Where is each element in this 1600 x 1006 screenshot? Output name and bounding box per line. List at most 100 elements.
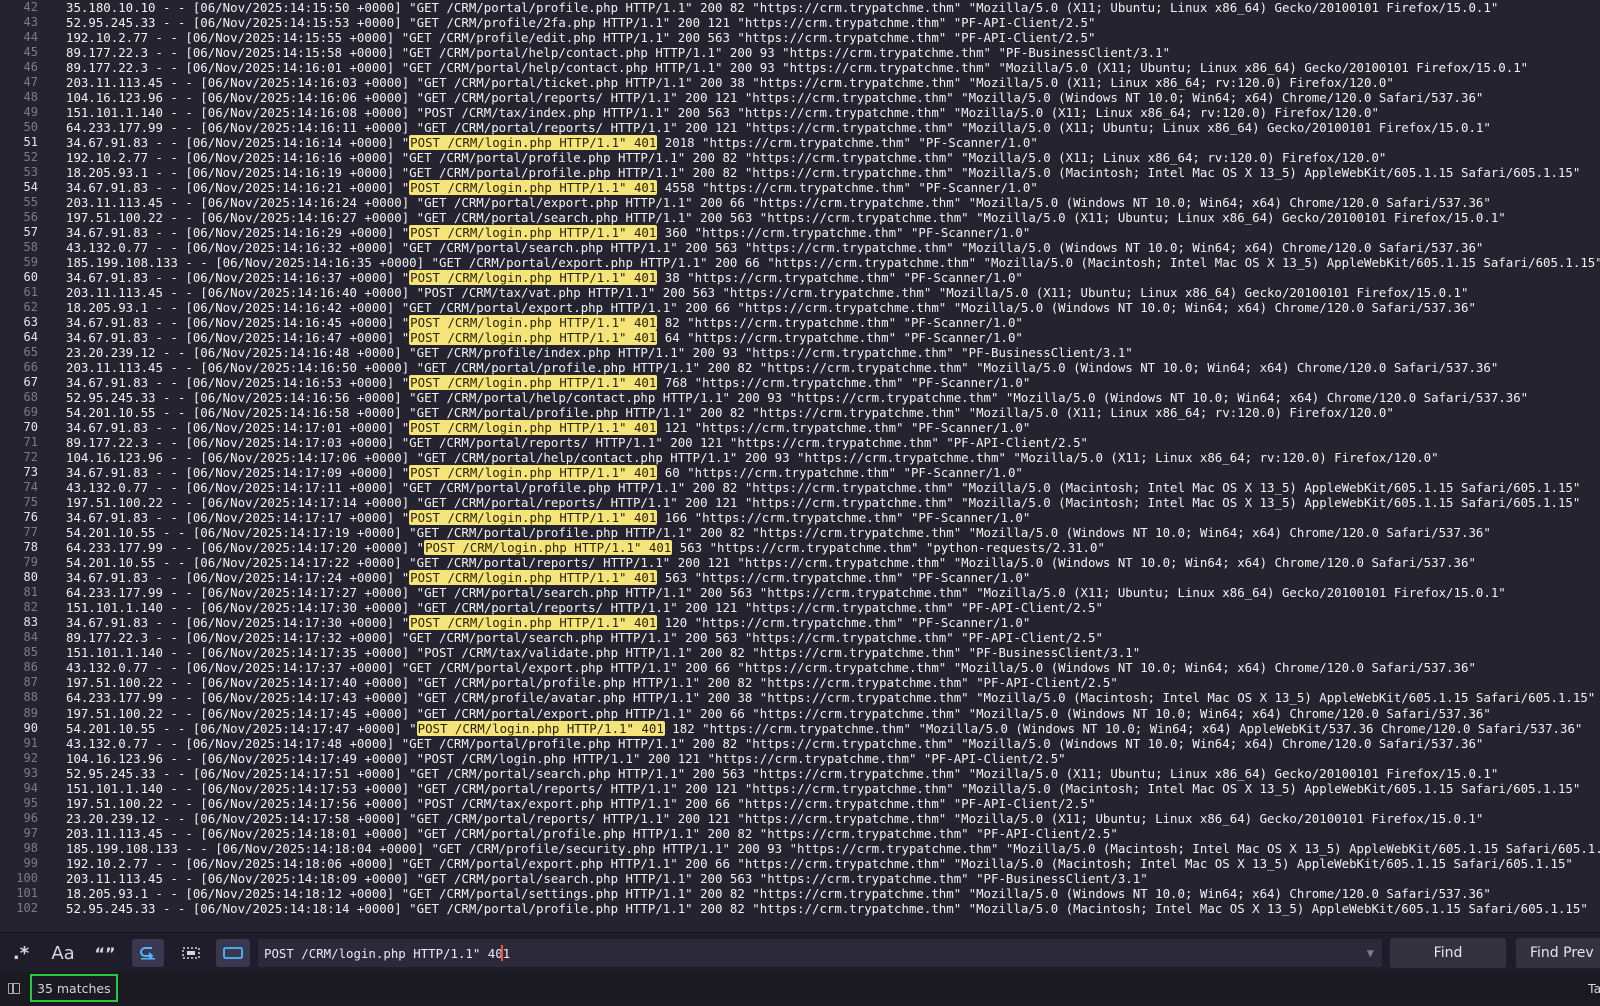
editor-line[interactable]: 102 52.95.245.33 - - [06/Nov/2025:14:18:1… xyxy=(0,901,1600,916)
editor-line[interactable]: 83 34.67.91.83 - - [06/Nov/2025:14:17:30 … xyxy=(0,615,1600,631)
find-history-dropdown-icon[interactable]: ▼ xyxy=(1367,946,1374,960)
editor-line[interactable]: 80 34.67.91.83 - - [06/Nov/2025:14:17:24 … xyxy=(0,570,1600,586)
find-button[interactable]: Find xyxy=(1390,938,1506,968)
editor-line[interactable]: 55 203.11.113.45 - - [06/Nov/2025:14:16:2… xyxy=(0,195,1600,210)
line-text-segment: 104.16.123.96 - - [06/Nov/2025:14:17:06 … xyxy=(66,450,1439,466)
editor-view[interactable]: 42 35.180.10.10 - - [06/Nov/2025:14:15:50… xyxy=(0,0,1600,932)
line-number: 46 xyxy=(23,59,38,74)
editor-line[interactable]: 70 34.67.91.83 - - [06/Nov/2025:14:17:01 … xyxy=(0,420,1600,436)
line-number: 101 xyxy=(16,885,38,900)
sidebar-toggle-icon[interactable] xyxy=(8,983,20,994)
editor-line[interactable]: 43 52.95.245.33 - - [06/Nov/2025:14:15:53… xyxy=(0,15,1600,30)
editor-line[interactable]: 73 34.67.91.83 - - [06/Nov/2025:14:17:09 … xyxy=(0,465,1600,481)
line-text-segment: 89.177.22.3 - - [06/Nov/2025:14:17:03 +0… xyxy=(66,435,1088,451)
line-text-segment: 34.67.91.83 - - [06/Nov/2025:14:17:30 +0… xyxy=(66,615,410,631)
editor-line[interactable]: 52 192.10.2.77 - - [06/Nov/2025:14:16:16 … xyxy=(0,150,1600,165)
status-bar: 35 matches Tab Size: 4 xyxy=(0,972,1600,1006)
editor-line[interactable]: 99 192.10.2.77 - - [06/Nov/2025:14:18:06 … xyxy=(0,856,1600,871)
line-number: 89 xyxy=(23,705,38,720)
editor-line[interactable]: 60 34.67.91.83 - - [06/Nov/2025:14:16:37 … xyxy=(0,269,1600,285)
editor-line[interactable]: 49 151.101.1.140 - - [06/Nov/2025:14:16:0… xyxy=(0,105,1600,120)
editor-line[interactable]: 47 203.11.113.45 - - [06/Nov/2025:14:16:0… xyxy=(0,75,1600,90)
editor-line[interactable]: 77 54.201.10.55 - - [06/Nov/2025:14:17:19… xyxy=(0,525,1600,540)
editor-line[interactable]: 63 34.67.91.83 - - [06/Nov/2025:14:16:45 … xyxy=(0,314,1600,330)
editor-line[interactable]: 100 203.11.113.45 - - [06/Nov/2025:14:18:… xyxy=(0,871,1600,886)
editor-line[interactable]: 98 185.199.108.133 - - [06/Nov/2025:14:18… xyxy=(0,841,1600,856)
editor-line[interactable]: 68 52.95.245.33 - - [06/Nov/2025:14:16:56… xyxy=(0,390,1600,405)
editor-line[interactable]: 65 23.20.239.12 - - [06/Nov/2025:14:16:48… xyxy=(0,345,1600,360)
editor-line[interactable]: 75 197.51.100.22 - - [06/Nov/2025:14:17:1… xyxy=(0,495,1600,510)
editor-line[interactable]: 42 35.180.10.10 - - [06/Nov/2025:14:15:50… xyxy=(0,0,1600,15)
find-input[interactable] xyxy=(258,939,1382,967)
editor-line[interactable]: 85 151.101.1.140 - - [06/Nov/2025:14:17:3… xyxy=(0,645,1600,660)
editor-line[interactable]: 82 151.101.1.140 - - [06/Nov/2025:14:17:3… xyxy=(0,600,1600,615)
editor-line[interactable]: 54 34.67.91.83 - - [06/Nov/2025:14:16:21 … xyxy=(0,179,1600,195)
editor-line[interactable]: 88 64.233.177.99 - - [06/Nov/2025:14:17:4… xyxy=(0,690,1600,705)
wrap-icon xyxy=(140,947,155,960)
editor-line[interactable]: 95 197.51.100.22 - - [06/Nov/2025:14:17:5… xyxy=(0,796,1600,811)
editor-line[interactable]: 79 54.201.10.55 - - [06/Nov/2025:14:17:22… xyxy=(0,555,1600,570)
editor-line[interactable]: 96 23.20.239.12 - - [06/Nov/2025:14:17:58… xyxy=(0,811,1600,826)
highlight-matches-toggle[interactable] xyxy=(216,939,250,967)
editor-line[interactable]: 89 197.51.100.22 - - [06/Nov/2025:14:17:4… xyxy=(0,705,1600,721)
editor-line[interactable]: 69 54.201.10.55 - - [06/Nov/2025:14:16:58… xyxy=(0,405,1600,420)
editor-line[interactable]: 64 34.67.91.83 - - [06/Nov/2025:14:16:47 … xyxy=(0,330,1600,345)
line-text: 203.11.113.45 - - [06/Nov/2025:14:18:09 … xyxy=(66,871,1148,886)
editor-line[interactable]: 86 43.132.0.77 - - [06/Nov/2025:14:17:37 … xyxy=(0,660,1600,675)
editor-line[interactable]: 62 18.205.93.1 - - [06/Nov/2025:14:16:42 … xyxy=(0,300,1600,315)
editor-line[interactable]: 56 197.51.100.22 - - [06/Nov/2025:14:16:2… xyxy=(0,210,1600,225)
line-number: 87 xyxy=(23,675,38,690)
line-text: 151.101.1.140 - - [06/Nov/2025:14:17:53 … xyxy=(66,781,1580,796)
editor-line[interactable]: 90 54.201.10.55 - - [06/Nov/2025:14:17:47… xyxy=(0,720,1600,736)
editor-line[interactable]: 66 203.11.113.45 - - [06/Nov/2025:14:16:5… xyxy=(0,360,1600,375)
editor-line[interactable]: 72 104.16.123.96 - - [06/Nov/2025:14:17:0… xyxy=(0,450,1600,465)
editor-line[interactable]: 87 197.51.100.22 - - [06/Nov/2025:14:17:4… xyxy=(0,675,1600,690)
editor-line[interactable]: 50 64.233.177.99 - - [06/Nov/2025:14:16:1… xyxy=(0,120,1600,135)
editor-line[interactable]: 48 104.16.123.96 - - [06/Nov/2025:14:16:0… xyxy=(0,90,1600,105)
editor-line[interactable]: 78 64.233.177.99 - - [06/Nov/2025:14:17:2… xyxy=(0,540,1600,556)
line-text: 35.180.10.10 - - [06/Nov/2025:14:15:50 +… xyxy=(66,0,1498,15)
line-number: 61 xyxy=(23,284,38,299)
editor-line[interactable]: 91 43.132.0.77 - - [06/Nov/2025:14:17:48 … xyxy=(0,735,1600,751)
line-text-segment: 203.11.113.45 - - [06/Nov/2025:14:16:03 … xyxy=(66,74,1394,90)
editor-line[interactable]: 61 203.11.113.45 - - [06/Nov/2025:14:16:4… xyxy=(0,285,1600,300)
editor-line[interactable]: 93 52.95.245.33 - - [06/Nov/2025:14:17:51… xyxy=(0,766,1600,781)
find-prev-button[interactable]: Find Prev xyxy=(1516,938,1600,968)
line-text: 43.132.0.77 - - [06/Nov/2025:14:17:48 +0… xyxy=(66,736,1483,751)
search-match-highlight: POST /CRM/login.php HTTP/1.1" 401 xyxy=(409,269,658,285)
editor-line[interactable]: 59 185.199.108.133 - - [06/Nov/2025:14:16… xyxy=(0,255,1600,270)
wrap-toggle[interactable] xyxy=(132,939,164,967)
editor-line[interactable]: 92 104.16.123.96 - - [06/Nov/2025:14:17:4… xyxy=(0,751,1600,766)
line-number: 83 xyxy=(23,615,38,630)
editor-line[interactable]: 58 43.132.0.77 - - [06/Nov/2025:14:16:32 … xyxy=(0,240,1600,255)
line-text: 197.51.100.22 - - [06/Nov/2025:14:16:27 … xyxy=(66,210,1506,225)
editor-line[interactable]: 57 34.67.91.83 - - [06/Nov/2025:14:16:29 … xyxy=(0,224,1600,240)
editor-line[interactable]: 67 34.67.91.83 - - [06/Nov/2025:14:16:53 … xyxy=(0,375,1600,391)
editor-line[interactable]: 53 18.205.93.1 - - [06/Nov/2025:14:16:19 … xyxy=(0,165,1600,180)
editor-line[interactable]: 45 89.177.22.3 - - [06/Nov/2025:14:15:58 … xyxy=(0,45,1600,60)
editor-line[interactable]: 44 192.10.2.77 - - [06/Nov/2025:14:15:55 … xyxy=(0,30,1600,45)
line-text-segment: 360 "https://crm.trypatchme.thm" "PF-Sca… xyxy=(657,224,1031,240)
whole-word-toggle[interactable]: “” xyxy=(90,939,120,967)
editor-line[interactable]: 71 89.177.22.3 - - [06/Nov/2025:14:17:03 … xyxy=(0,435,1600,450)
editor-line[interactable]: 81 64.233.177.99 - - [06/Nov/2025:14:17:2… xyxy=(0,585,1600,600)
line-text: 54.201.10.55 - - [06/Nov/2025:14:17:47 +… xyxy=(66,720,1582,736)
line-text-segment: 34.67.91.83 - - [06/Nov/2025:14:16:53 +0… xyxy=(66,375,410,391)
case-sensitive-toggle[interactable]: Aa xyxy=(48,939,78,967)
editor-line[interactable]: 101 18.205.93.1 - - [06/Nov/2025:14:18:12… xyxy=(0,886,1600,901)
editor-line[interactable]: 84 89.177.22.3 - - [06/Nov/2025:14:17:32 … xyxy=(0,630,1600,645)
editor-line[interactable]: 46 89.177.22.3 - - [06/Nov/2025:14:16:01 … xyxy=(0,60,1600,75)
editor-line[interactable]: 51 34.67.91.83 - - [06/Nov/2025:14:16:14 … xyxy=(0,134,1600,150)
line-number: 58 xyxy=(23,239,38,254)
line-text: 34.67.91.83 - - [06/Nov/2025:14:17:17 +0… xyxy=(66,510,1030,526)
editor-line[interactable]: 94 151.101.1.140 - - [06/Nov/2025:14:17:5… xyxy=(0,781,1600,796)
editor-line[interactable]: 74 43.132.0.77 - - [06/Nov/2025:14:17:11 … xyxy=(0,480,1600,495)
line-text-segment: 38 "https://crm.trypatchme.thm" "PF-Scan… xyxy=(657,269,1023,285)
in-selection-toggle[interactable] xyxy=(176,939,206,967)
regex-toggle[interactable]: .* xyxy=(8,939,34,967)
line-text-segment: 60 "https://crm.trypatchme.thm" "PF-Scan… xyxy=(657,465,1023,481)
editor-line[interactable]: 97 203.11.113.45 - - [06/Nov/2025:14:18:0… xyxy=(0,826,1600,841)
editor-line[interactable]: 76 34.67.91.83 - - [06/Nov/2025:14:17:17 … xyxy=(0,510,1600,526)
tab-size-indicator[interactable]: Tab Size: 4 xyxy=(1588,981,1600,996)
line-text: 104.16.123.96 - - [06/Nov/2025:14:17:06 … xyxy=(66,450,1439,465)
